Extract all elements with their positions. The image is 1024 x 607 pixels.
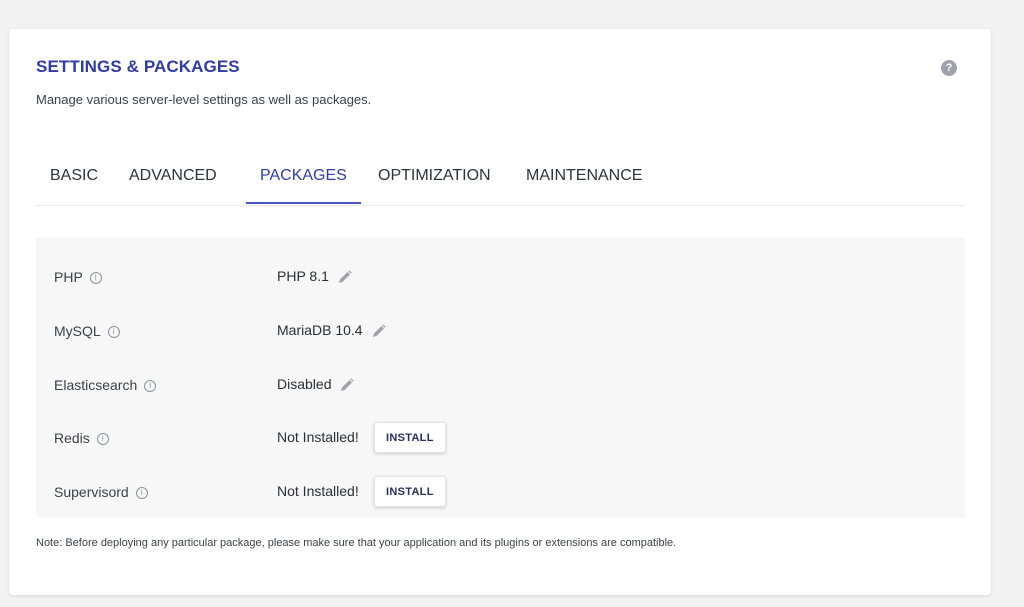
install-supervisord-button[interactable]: INSTALL [374,476,446,507]
package-value-php: PHP 8.1 [277,268,353,285]
packages-panel: PHP i PHP 8.1 MySQL i MariaDB 10.4 Elastic… [36,238,965,518]
pencil-icon[interactable] [371,323,387,339]
package-version: MariaDB 10.4 [277,322,363,338]
package-status: Not Installed! [277,483,359,499]
package-status: Not Installed! [277,429,359,445]
package-label-mysql: MySQL i [54,323,120,339]
tab-basic[interactable]: BASIC [36,157,112,204]
package-label-php: PHP i [54,269,102,285]
info-icon[interactable]: i [144,380,157,393]
settings-card: SETTINGS & PACKAGES Manage various serve… [9,29,991,595]
package-label-supervisord: Supervisord i [54,484,148,500]
page-subtitle: Manage various server-level settings as … [36,92,372,107]
package-name: Redis [54,430,90,446]
tab-bar: BASIC ADVANCED PACKAGES OPTIMIZATION MAI… [36,157,965,206]
package-value-elasticsearch: Disabled [277,376,355,393]
package-row-mysql: MySQL i MariaDB 10.4 [36,314,965,350]
tab-packages[interactable]: PACKAGES [246,157,361,204]
package-label-redis: Redis i [54,430,109,446]
page-title: SETTINGS & PACKAGES [36,57,240,76]
tab-advanced[interactable]: ADVANCED [115,157,231,204]
compatibility-note: Note: Before deploying any particular pa… [36,537,677,549]
package-label-elasticsearch: Elasticsearch i [54,377,157,393]
help-icon[interactable]: ? [941,60,957,76]
install-redis-button[interactable]: INSTALL [374,422,446,453]
package-version: Disabled [277,376,332,392]
package-row-supervisord: Supervisord i Not Installed! INSTALL [36,475,965,511]
package-name: Supervisord [54,484,129,500]
pencil-icon[interactable] [337,269,353,285]
info-icon[interactable]: i [89,272,102,285]
info-icon[interactable]: i [107,326,120,339]
package-value-redis: Not Installed! [277,429,359,445]
info-icon[interactable]: i [135,487,148,500]
tab-optimization[interactable]: OPTIMIZATION [364,157,505,204]
package-name: PHP [54,269,83,285]
info-icon[interactable]: i [96,433,109,446]
package-row-redis: Redis i Not Installed! INSTALL [36,421,965,457]
package-value-supervisord: Not Installed! [277,483,359,499]
package-name: Elasticsearch [54,377,138,393]
package-row-php: PHP i PHP 8.1 [36,260,965,296]
package-value-mysql: MariaDB 10.4 [277,322,387,339]
package-name: MySQL [54,323,101,339]
pencil-icon[interactable] [339,377,355,393]
package-row-elasticsearch: Elasticsearch i Disabled [36,368,965,404]
package-version: PHP 8.1 [277,268,329,284]
tab-maintenance[interactable]: MAINTENANCE [512,157,656,204]
